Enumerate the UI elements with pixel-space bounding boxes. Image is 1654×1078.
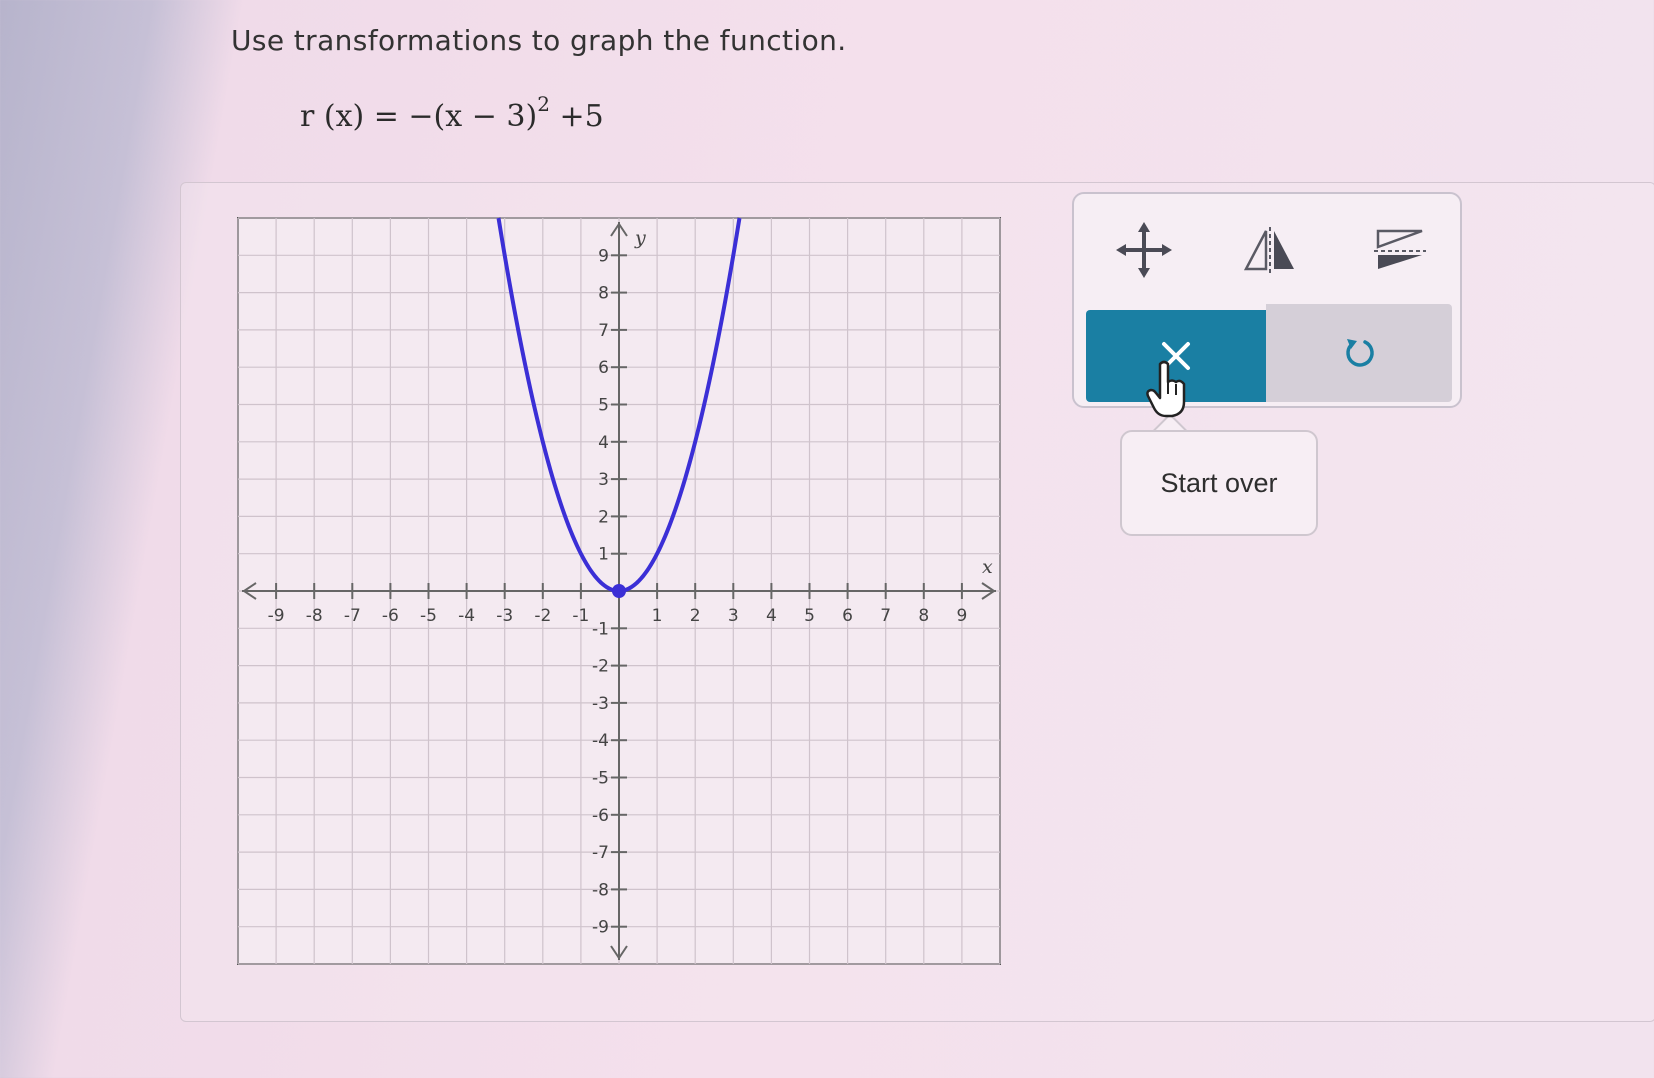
y-tick-label: -9 xyxy=(592,918,609,938)
hand-cursor-icon xyxy=(1146,358,1190,422)
undo-button[interactable] xyxy=(1266,304,1452,402)
y-tick-label: -6 xyxy=(592,806,609,826)
move-arrows-icon xyxy=(1116,222,1172,278)
x-tick-label: -1 xyxy=(572,606,589,626)
y-tick-label: -5 xyxy=(592,769,609,789)
x-tick-label: -6 xyxy=(382,606,399,626)
x-tick-label: 9 xyxy=(956,606,967,626)
y-tick-label: 3 xyxy=(598,470,609,490)
y-tick-label: 4 xyxy=(598,433,609,453)
y-tick-label: 5 xyxy=(598,396,609,416)
y-tick-label: -1 xyxy=(592,619,609,639)
x-tick-label: -9 xyxy=(268,606,285,626)
start-over-tooltip: Start over xyxy=(1120,430,1318,536)
x-tick-label: -3 xyxy=(496,606,513,626)
reflect-horizontal-axis-icon xyxy=(1374,229,1426,269)
reflect-y-axis-button[interactable] xyxy=(1230,216,1310,284)
x-axis-label: x xyxy=(982,556,993,578)
y-tick-label: 7 xyxy=(598,321,609,341)
x-tick-label: -4 xyxy=(458,606,475,626)
y-tick-label: -3 xyxy=(592,694,609,714)
x-tick-label: 5 xyxy=(804,606,815,626)
tooltip-label: Start over xyxy=(1160,467,1278,498)
x-tick-label: 2 xyxy=(690,606,701,626)
reflect-vertical-axis-icon xyxy=(1243,227,1294,273)
x-tick-label: -2 xyxy=(534,606,551,626)
undo-icon xyxy=(1346,339,1374,367)
y-tick-label: 1 xyxy=(598,545,609,565)
transform-toolbar xyxy=(1072,192,1462,408)
function-rhs: +5 xyxy=(549,99,604,134)
x-tick-label: -5 xyxy=(420,606,437,626)
y-tick-label: -7 xyxy=(592,843,609,863)
x-tick-label: 3 xyxy=(728,606,739,626)
move-tool-button[interactable] xyxy=(1104,216,1184,284)
x-tick-label: 4 xyxy=(766,606,777,626)
y-tick-label: 9 xyxy=(598,246,609,266)
y-tick-label: 2 xyxy=(598,507,609,527)
graph-area[interactable]: -9 -8 -7 -6 -5 -4 -3 -2 -1 1 2 3 4 5 6 7 8 9 -9 -8 -7 -6 -5 -4 -… xyxy=(228,208,1010,974)
reflect-x-axis-button[interactable] xyxy=(1360,216,1440,284)
problem-prompt: Use transformations to graph the functio… xyxy=(231,24,847,57)
function-lhs: r (x) = −(x − 3) xyxy=(300,99,538,134)
x-tick-label: 1 xyxy=(652,606,663,626)
y-axis-label: y xyxy=(634,227,646,249)
y-tick-label: 6 xyxy=(598,358,609,378)
x-tick-label: -7 xyxy=(344,606,361,626)
y-tick-label: -2 xyxy=(592,657,609,677)
y-tick-label: 8 xyxy=(598,284,609,304)
coordinate-grid[interactable]: -9 -8 -7 -6 -5 -4 -3 -2 -1 1 2 3 4 5 6 7 8 9 -9 -8 -7 -6 -5 -4 -… xyxy=(228,208,1010,974)
y-tick-label: -8 xyxy=(592,880,609,900)
vertex-point xyxy=(612,584,626,598)
function-exponent: 2 xyxy=(537,92,550,116)
y-tick-label: -4 xyxy=(592,731,609,751)
x-tick-label: 7 xyxy=(880,606,891,626)
x-tick-label: 8 xyxy=(918,606,929,626)
x-tick-label: 6 xyxy=(842,606,853,626)
function-expression: r (x) = −(x − 3)2 +5 xyxy=(300,92,604,134)
x-tick-label: -8 xyxy=(306,606,323,626)
